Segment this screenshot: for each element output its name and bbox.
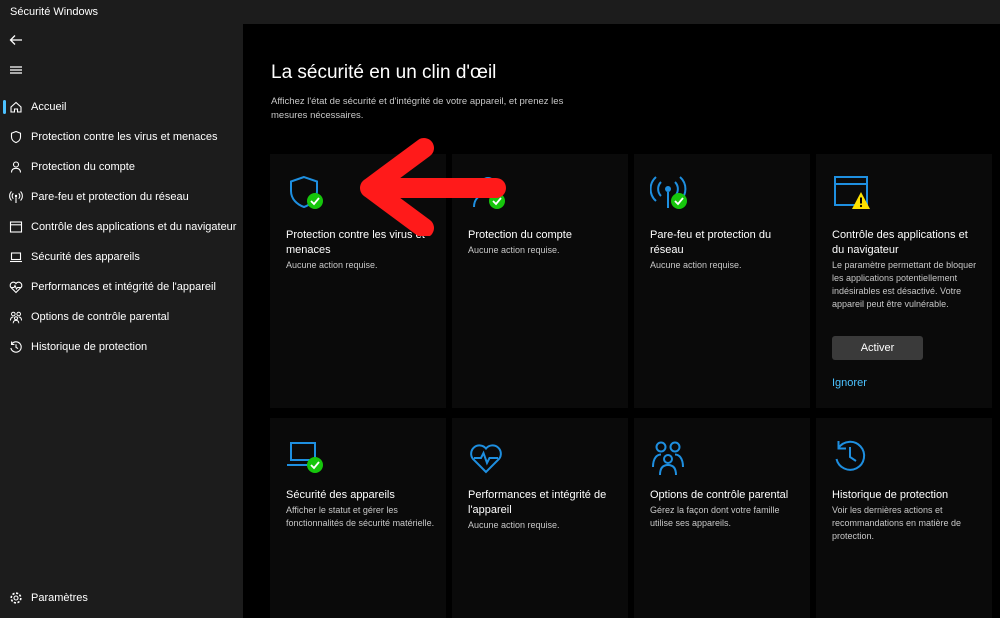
sidebar-item-protection-history[interactable]: Historique de protection [0,332,243,362]
ignore-link[interactable]: Ignorer [832,377,867,389]
card-status: Gérez la façon dont votre famille utilis… [650,505,780,528]
family-icon [652,441,684,476]
page-title: La sécurité en un clin d'œil [271,62,497,83]
antenna-icon [9,191,23,203]
sidebar-item-firewall[interactable]: Pare-feu et protection du réseau [0,182,243,212]
activate-button[interactable]: Activer [832,336,923,360]
sidebar-item-parental-control[interactable]: Options de contrôle parental [0,302,243,332]
sidebar-item-device-performance[interactable]: Performances et intégrité de l'appareil [0,272,243,302]
card-status: Aucune action requise. [650,260,742,270]
card-title: Performances et intégrité de l'appareil [468,489,607,516]
sidebar-item-label: Performances et intégrité de l'appareil [31,281,216,293]
card-title: Sécurité des appareils [286,489,395,501]
sidebar-item-home[interactable]: Accueil [0,92,243,122]
home-icon [10,101,22,113]
sidebar: Accueil Protection contre les virus et m… [0,24,243,618]
sidebar-item-label: Contrôle des applications et du navigate… [31,221,237,233]
card-firewall[interactable]: Pare-feu et protection du réseau Aucune … [634,154,810,408]
card-title: Historique de protection [832,489,949,501]
sidebar-item-label: Sécurité des appareils [31,251,140,263]
page-subtitle: Affichez l'état de sécurité et d'intégri… [271,96,564,121]
gear-icon [10,592,22,604]
card-protection-history[interactable]: Historique de protection Voir les derniè… [816,418,992,618]
sidebar-item-app-browser-control[interactable]: Contrôle des applications et du navigate… [0,212,243,242]
person-icon [10,161,22,173]
card-status: Afficher le statut et gérer les fonction… [286,505,435,528]
card-parental-control[interactable]: Options de contrôle parental Gérez la fa… [634,418,810,618]
laptop-check-icon [287,442,323,473]
sidebar-item-label: Options de contrôle parental [31,311,170,323]
history-icon [10,341,22,353]
heart-pulse-icon [9,281,23,294]
family-icon [10,311,22,324]
app-window-icon [9,221,23,233]
heart-pulse-icon [470,444,502,474]
window-title: Sécurité Windows [10,6,99,18]
card-device-security[interactable]: Sécurité des appareils Afficher le statu… [270,418,446,618]
sidebar-item-settings[interactable]: Paramètres [0,583,243,613]
sidebar-item-virus-protection[interactable]: Protection contre les virus et menaces [0,122,243,152]
card-status: Aucune action requise. [468,520,560,530]
shield-icon [10,130,22,144]
card-status: Aucune action requise. [468,245,560,255]
card-status: Aucune action requise. [286,260,378,270]
laptop-icon [10,252,22,263]
main-content: La sécurité en un clin d'œil Affichez l'… [243,24,1000,618]
sidebar-item-label: Protection contre les virus et menaces [31,131,218,143]
card-app-browser-control[interactable]: Contrôle des applications et du navigate… [816,154,992,408]
history-icon [835,440,866,471]
sidebar-item-label: Accueil [31,101,67,113]
sidebar-item-label: Protection du compte [31,161,135,173]
sidebar-item-label: Pare-feu et protection du réseau [31,191,189,203]
card-status: Le paramètre permettant de bloquer les a… [832,260,977,309]
card-title: Contrôle des applications et du navigate… [832,229,968,256]
sidebar-item-device-security[interactable]: Sécurité des appareils [0,242,243,272]
back-arrow-icon[interactable] [8,32,24,48]
hamburger-menu-icon[interactable] [8,62,24,78]
window-warning-icon [834,176,870,209]
card-title: Options de contrôle parental [650,489,789,501]
sidebar-item-label: Historique de protection [31,341,148,353]
title-bar: Sécurité Windows [0,0,1000,24]
sidebar-item-account-protection[interactable]: Protection du compte [0,152,243,182]
annotation-arrow-icon [360,138,506,236]
antenna-check-icon [650,176,687,209]
card-title: Pare-feu et protection du réseau [650,229,772,256]
shield-check-icon [290,175,323,209]
sidebar-item-label: Paramètres [31,592,88,604]
card-device-performance[interactable]: Performances et intégrité de l'appareil … [452,418,628,618]
card-status: Voir les dernières actions et recommanda… [832,505,962,541]
